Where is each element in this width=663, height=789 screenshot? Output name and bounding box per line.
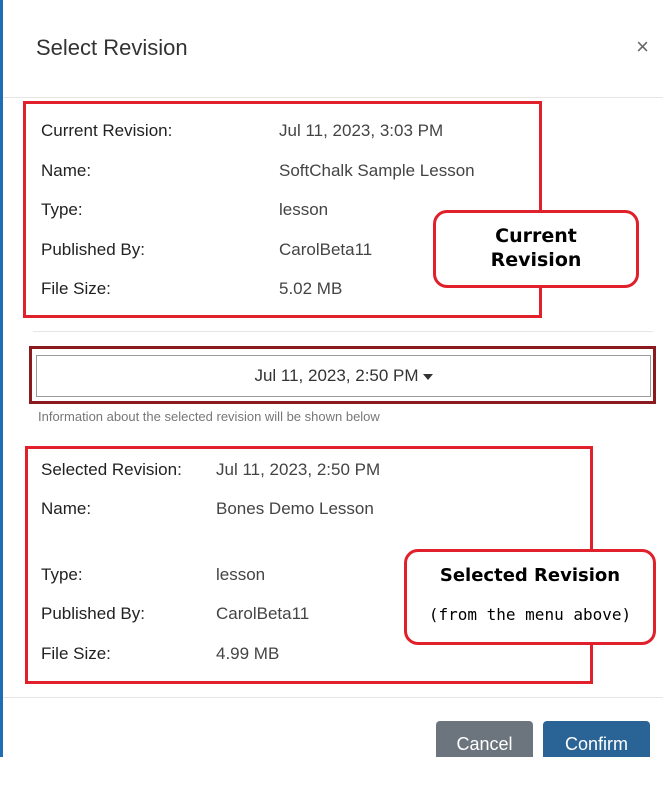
caret-down-icon xyxy=(422,373,433,380)
current-type-value: lesson xyxy=(279,200,329,219)
current-file-size-value: 5.02 MB xyxy=(279,279,343,298)
selected-revision-callout: Selected Revision (from the menu above) xyxy=(404,549,656,645)
revision-select-value: Jul 11, 2023, 2:50 PM xyxy=(254,366,419,385)
selected-published-by-label: Published By: xyxy=(41,604,145,623)
close-icon[interactable]: × xyxy=(636,36,649,58)
current-callout-line1: Current xyxy=(495,225,577,247)
dialog-footer-divider xyxy=(3,697,663,698)
selected-published-by-value: CarolBeta11 xyxy=(216,604,310,623)
selected-callout-title: Selected Revision xyxy=(439,565,621,586)
current-published-by-value: CarolBeta11 xyxy=(279,240,373,259)
revision-select-helper: Information about the selected revision … xyxy=(38,409,380,424)
current-revision-label: Current Revision: xyxy=(41,121,173,140)
current-revision-callout: Current Revision xyxy=(433,210,639,288)
page-bottom-margin xyxy=(0,757,663,789)
selected-revision-value: Jul 11, 2023, 2:50 PM xyxy=(216,460,381,479)
dialog-header: Select Revision × xyxy=(3,0,663,98)
selected-file-size-label: File Size: xyxy=(41,644,111,663)
current-callout-line2: Revision xyxy=(490,249,582,271)
current-file-size-label: File Size: xyxy=(41,279,111,298)
current-name-value: SoftChalk Sample Lesson xyxy=(279,161,475,180)
dialog-title: Select Revision xyxy=(36,35,188,60)
revision-select[interactable]: Jul 11, 2023, 2:50 PM xyxy=(36,355,651,397)
selected-type-value: lesson xyxy=(216,565,266,584)
select-revision-dialog: Select Revision × Current Revision: Jul … xyxy=(3,0,663,767)
current-revision-value: Jul 11, 2023, 3:03 PM xyxy=(279,121,444,140)
current-published-by-label: Published By: xyxy=(41,240,145,259)
current-type-label: Type: xyxy=(41,200,83,219)
selected-type-label: Type: xyxy=(41,565,83,584)
selected-name-label: Name: xyxy=(41,499,92,518)
selected-revision-label: Selected Revision: xyxy=(41,460,182,479)
current-name-label: Name: xyxy=(41,161,92,180)
section-divider xyxy=(33,331,653,332)
selected-name-value: Bones Demo Lesson xyxy=(216,499,374,518)
selected-callout-subtitle: (from the menu above) xyxy=(428,605,632,624)
selected-file-size-value: 4.99 MB xyxy=(216,644,280,663)
